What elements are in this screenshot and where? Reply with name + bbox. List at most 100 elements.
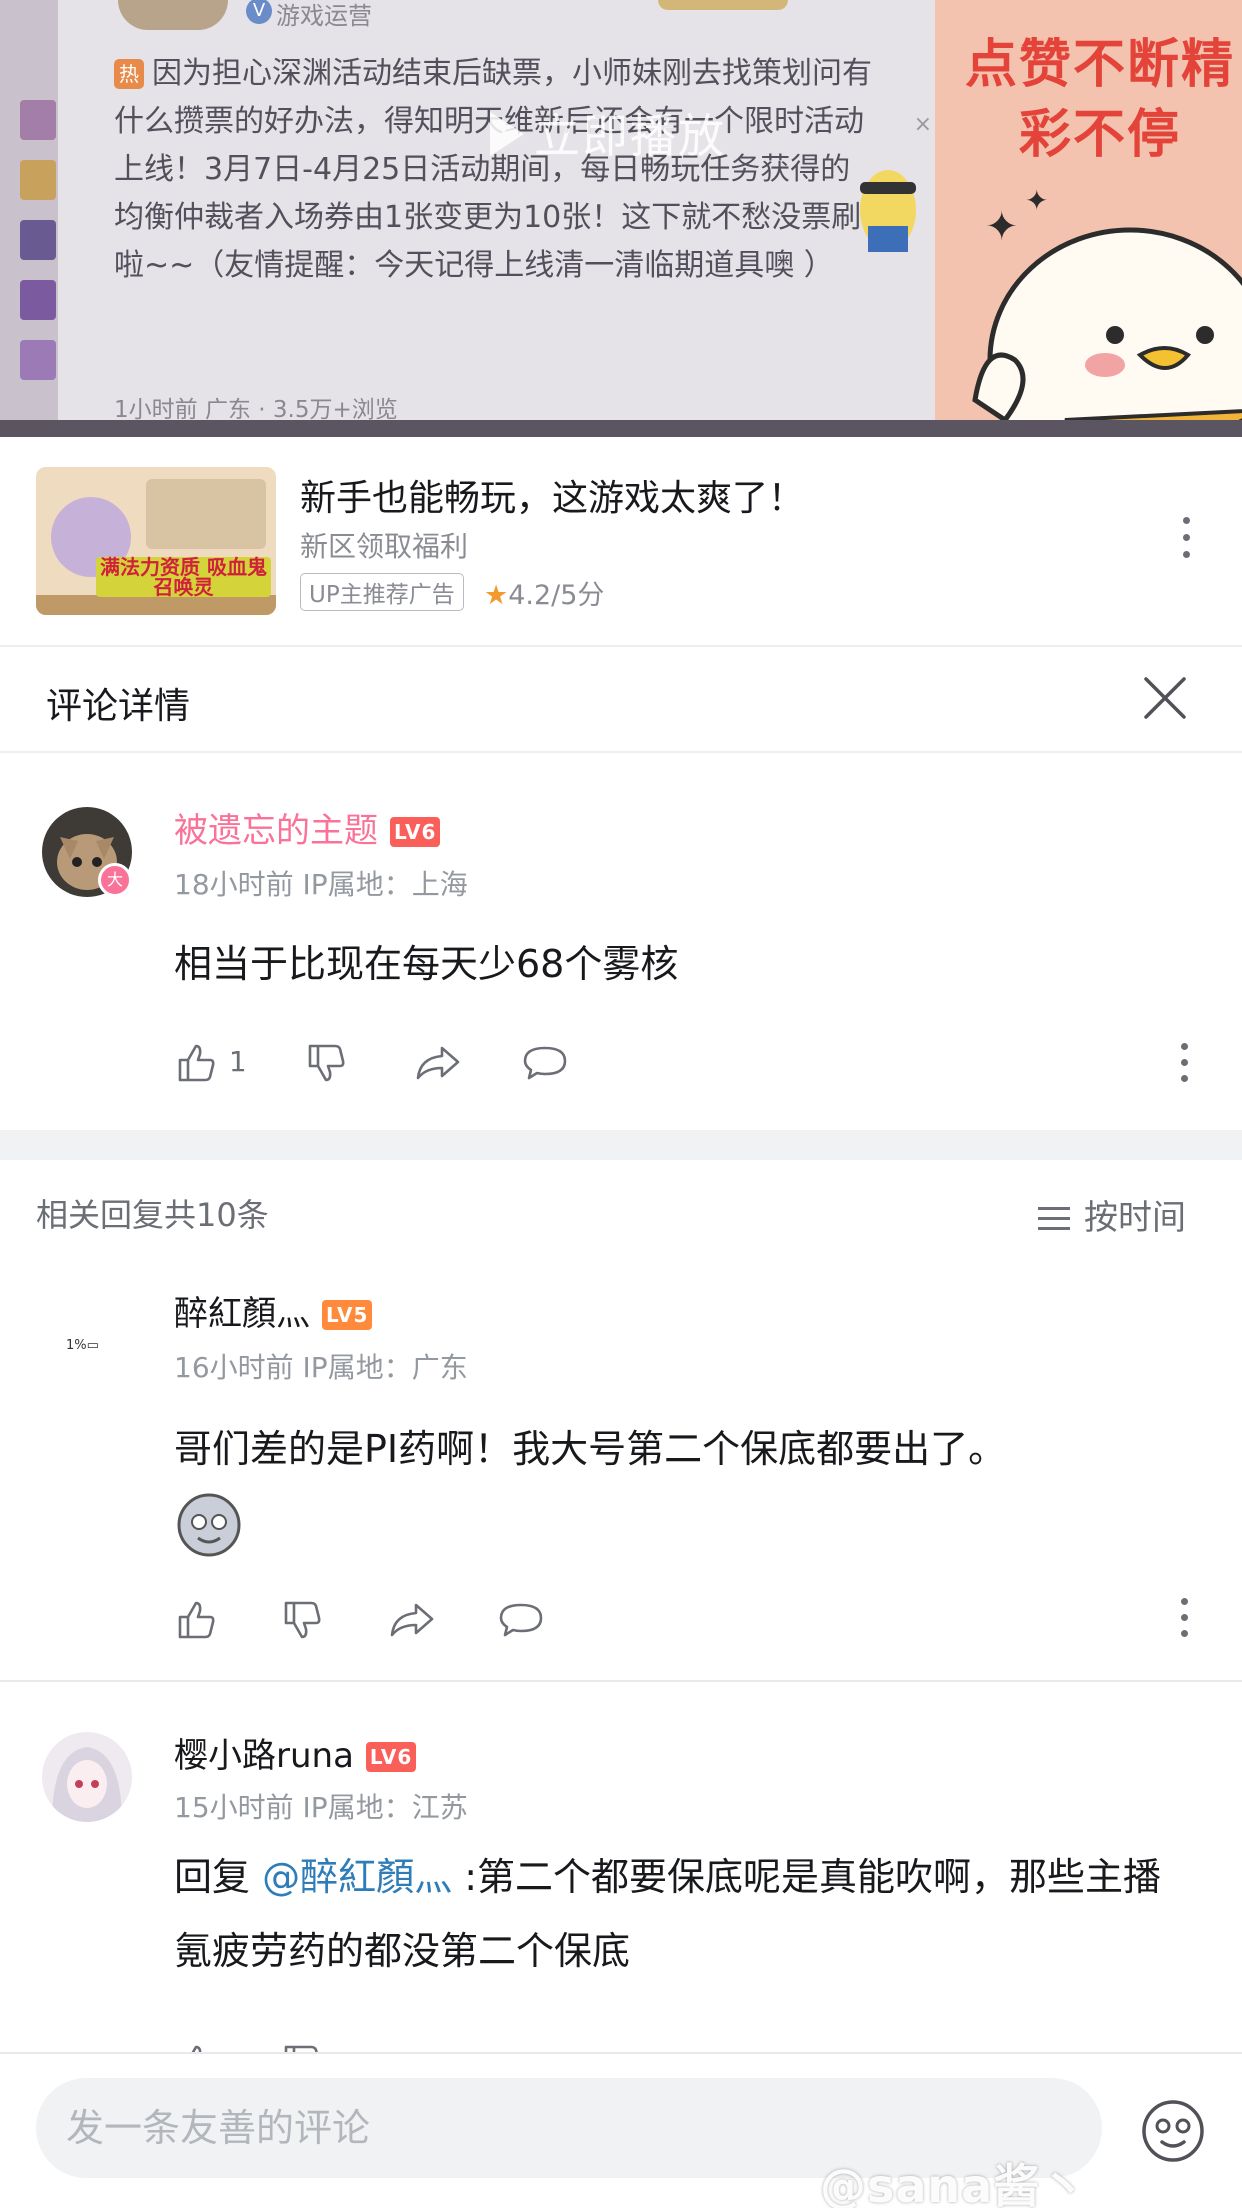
more-vertical-icon[interactable] bbox=[1180, 517, 1192, 569]
comment-meta: 15小时前 IP属地：江苏 bbox=[174, 1786, 468, 1826]
follow-button[interactable] bbox=[658, 0, 788, 10]
video-left-strip bbox=[0, 0, 60, 437]
main-comment: 大 被遗忘的主题 LV6 18小时前 IP属地：上海 相当于比现在每天少68个雾核… bbox=[0, 753, 1242, 1130]
comment-detail-header: 评论详情 bbox=[0, 647, 1242, 753]
comment-time: 16小时前 bbox=[174, 1351, 294, 1384]
avatar-battery-text: 1%▭ bbox=[66, 1338, 99, 1353]
avatar[interactable] bbox=[42, 1732, 132, 1822]
svg-text:✦: ✦ bbox=[985, 204, 1019, 250]
ad-card[interactable]: 满法力资质 吸血鬼召唤灵 新手也能畅玩，这游戏太爽了！ 新区领取福利 UP主推荐… bbox=[0, 437, 1242, 647]
username-text[interactable]: 醉紅顏灬 bbox=[174, 1294, 310, 1334]
thumbs-up-icon bbox=[178, 1601, 215, 1639]
mention-link[interactable]: @醉紅顏灬 bbox=[262, 1855, 452, 1899]
comment-text: 相当于比现在每天少68个雾核 bbox=[174, 942, 679, 986]
comment-ip: IP属地：广东 bbox=[302, 1351, 468, 1384]
svg-text:✦: ✦ bbox=[1025, 184, 1048, 217]
dislike-button[interactable] bbox=[304, 1037, 350, 1087]
ad-thumb-banner: 满法力资质 吸血鬼召唤灵 bbox=[96, 557, 271, 597]
post-text: 热因为担心深渊活动结束后缺票，小师妹刚去找策划问有什么攒票的好办法，得知明天维新… bbox=[114, 50, 874, 290]
video-post-card: V 游戏运营 热因为担心深渊活动结束后缺票，小师妹刚去找策划问有什么攒票的好办法… bbox=[58, 0, 938, 437]
username[interactable]: 樱小路runa LV6 bbox=[174, 1728, 417, 1777]
post-body: 因为担心深渊活动结束后缺票，小师妹刚去找策划问有什么攒票的好办法，得知明天维新后… bbox=[114, 56, 872, 283]
dislike-button[interactable] bbox=[280, 1594, 326, 1644]
ad-title[interactable]: 新手也能畅玩，这游戏太爽了！ bbox=[300, 469, 804, 521]
strip-thumb bbox=[20, 340, 56, 380]
share-icon bbox=[390, 1603, 434, 1637]
replies-header: 相关回复共10条 按时间 bbox=[0, 1160, 1242, 1260]
play-label: 立即播放 bbox=[534, 109, 726, 163]
speech-bubble-icon bbox=[523, 1046, 567, 1080]
reply-prefix: 回复 bbox=[174, 1855, 263, 1899]
comment-meta: 18小时前 IP属地：上海 bbox=[174, 863, 468, 903]
close-icon[interactable] bbox=[1140, 673, 1190, 723]
reply-item: 1%▭ 醉紅顏灬 LV5 16小时前 IP属地：广东 哥们差的是PI药啊！我大号第… bbox=[0, 1260, 1242, 1680]
username[interactable]: 醉紅顏灬 LV5 bbox=[174, 1286, 373, 1335]
comment-time: 15小时前 bbox=[174, 1791, 294, 1824]
list-icon bbox=[1038, 1207, 1070, 1231]
avatar[interactable]: 1%▭ bbox=[42, 1304, 132, 1394]
ad-subtitle: 新区领取福利 bbox=[300, 530, 469, 563]
share-icon bbox=[416, 1046, 460, 1080]
video-progress-bar[interactable] bbox=[0, 420, 1242, 437]
star-icon: ★ bbox=[484, 580, 509, 611]
strip-thumb bbox=[20, 100, 56, 140]
level-badge: LV6 bbox=[390, 817, 441, 847]
reply-button[interactable] bbox=[520, 1037, 570, 1087]
promo-text: 点赞不断精彩不停 bbox=[965, 35, 1236, 165]
strip-thumb bbox=[20, 160, 56, 200]
post-meta: 1小时前 广东 · 3.5万+浏览 bbox=[114, 397, 398, 423]
speech-bubble-icon bbox=[499, 1603, 543, 1637]
emoji-sticker-icon bbox=[177, 1493, 241, 1557]
section-gap bbox=[0, 1130, 1242, 1160]
level-badge: LV5 bbox=[322, 1300, 373, 1330]
video-player[interactable]: V 游戏运营 热因为担心深渊活动结束后缺票，小师妹刚去找策划问有什么攒票的好办法… bbox=[0, 0, 1242, 437]
hot-badge: 热 bbox=[114, 59, 144, 89]
ad-thumbnail[interactable]: 满法力资质 吸血鬼召唤灵 bbox=[36, 467, 276, 615]
strip-thumb bbox=[20, 220, 56, 260]
chick-icon: ✦ ✦ bbox=[972, 184, 1242, 437]
comment-meta: 16小时前 IP属地：广东 bbox=[174, 1346, 468, 1386]
dislike-button[interactable] bbox=[280, 2038, 326, 2052]
comment-text: 哥们差的是PI药啊！我大号第二个保底都要出了。 bbox=[174, 1427, 1007, 1471]
like-button[interactable] bbox=[174, 2038, 220, 2052]
watermark: @sana酱丶 bbox=[820, 2159, 1088, 2208]
username-text[interactable]: 被遗忘的主题 bbox=[174, 811, 378, 851]
more-vertical-icon[interactable] bbox=[1178, 1598, 1190, 1642]
reply-button[interactable] bbox=[496, 1594, 546, 1644]
comment-ip: IP属地：江苏 bbox=[302, 1791, 468, 1824]
thumbs-up-icon bbox=[191, 2045, 202, 2052]
strip-thumb bbox=[20, 280, 56, 320]
level-badge: LV6 bbox=[365, 1742, 417, 1772]
ad-rating-value: 4.2/5分 bbox=[508, 580, 605, 611]
like-count: 1 bbox=[228, 1045, 247, 1078]
share-button[interactable] bbox=[414, 1037, 464, 1087]
emoji-icon[interactable] bbox=[1140, 2098, 1206, 2164]
comment-text: 回复 @醉紅顏灬 :第二个都要保底呢是真能吹啊，那些主播氪疲劳药的都没第二个保底 bbox=[174, 1840, 1194, 1988]
ad-rating: ★4.2/5分 bbox=[484, 573, 604, 612]
sticker-icon: × bbox=[838, 112, 938, 260]
close-icon[interactable]: × bbox=[914, 112, 932, 137]
sort-button[interactable]: 按时间 bbox=[1038, 1190, 1186, 1239]
comment-actions bbox=[174, 1594, 1174, 1644]
more-vertical-icon[interactable] bbox=[1178, 1043, 1190, 1087]
thumbs-down-icon bbox=[284, 1601, 321, 1639]
comment-time: 18小时前 bbox=[174, 868, 294, 901]
thumbs-up-icon bbox=[178, 1044, 215, 1082]
post-author-avatar bbox=[118, 0, 228, 30]
username[interactable]: 被遗忘的主题 LV6 bbox=[174, 803, 441, 852]
verified-icon: V bbox=[246, 0, 272, 24]
ad-tag: UP主推荐广告 bbox=[300, 573, 464, 611]
comment-actions: 1 bbox=[174, 1037, 1174, 1087]
comment-ip: IP属地：上海 bbox=[302, 868, 468, 901]
share-button[interactable] bbox=[388, 1594, 438, 1644]
reply-item: 樱小路runa LV6 15小时前 IP属地：江苏 回复 @醉紅顏灬 :第二个都要… bbox=[0, 1682, 1242, 2052]
like-button[interactable] bbox=[174, 1594, 220, 1644]
sort-label: 按时间 bbox=[1084, 1198, 1186, 1238]
play-now-button[interactable]: 立即播放 bbox=[490, 100, 726, 166]
play-icon bbox=[490, 112, 524, 156]
replies-count: 相关回复共10条 bbox=[36, 1196, 269, 1234]
post-author: 游戏运营 bbox=[276, 2, 372, 30]
promo-sticker: 点赞不断精彩不停 ✦ ✦ bbox=[935, 0, 1242, 437]
username-text[interactable]: 樱小路runa bbox=[174, 1736, 354, 1776]
like-button[interactable]: 1 bbox=[174, 1037, 247, 1087]
